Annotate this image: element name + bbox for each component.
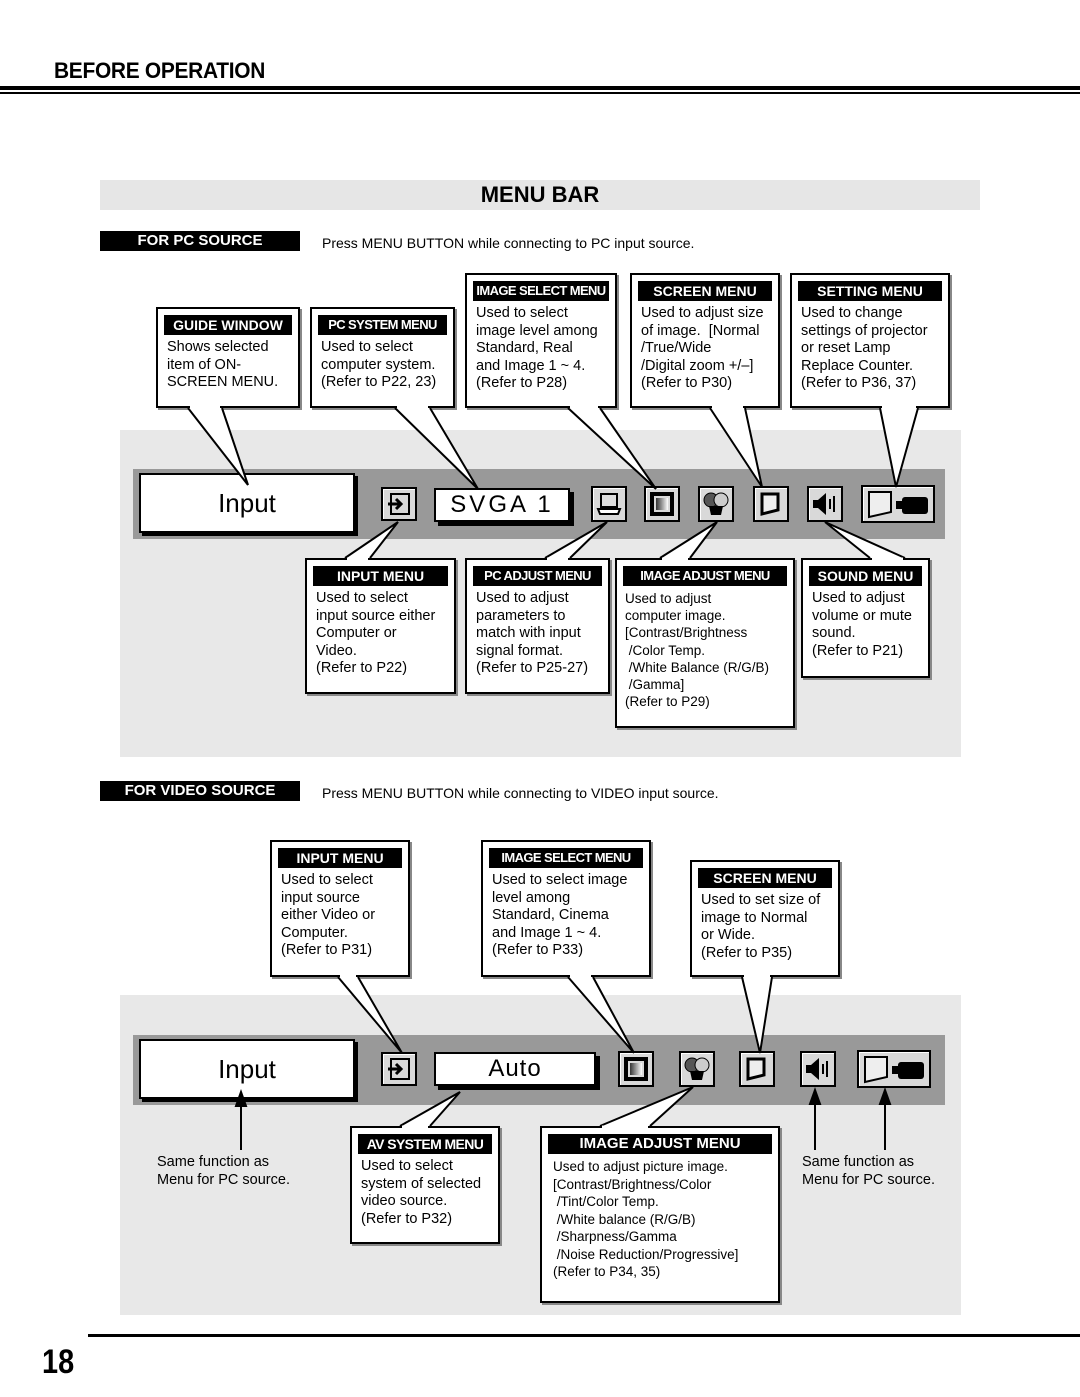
callout-body: Used to select computer system. (Refer t… <box>321 339 437 391</box>
section-title: BEFORE OPERATION <box>54 58 266 83</box>
pc-setting-menu-button[interactable] <box>861 485 935 523</box>
pc-input-menu-button[interactable] <box>381 487 417 521</box>
image-select-icon <box>650 492 674 516</box>
callout-title: SCREEN MENU <box>638 281 772 301</box>
computer-icon <box>596 493 622 515</box>
pc-adjust-menu-button[interactable] <box>591 486 627 522</box>
pc-image-adjust-menu-button[interactable] <box>698 486 734 522</box>
color-adjust-icon <box>684 1057 710 1080</box>
screen-icon <box>746 1057 766 1081</box>
setting-menu-callout: SETTING MENU Used to change settings of … <box>790 273 950 408</box>
callout-body: Used to adjust size of image. [Normal /T… <box>641 305 764 392</box>
video-image-select-menu-button[interactable] <box>618 1051 654 1087</box>
callout-body: Used to adjust computer image. [Contrast… <box>625 591 770 710</box>
video-screen-menu-button[interactable] <box>739 1051 775 1087</box>
pc-system-menu-callout: PC SYSTEM MENU Used to select computer s… <box>310 307 455 408</box>
header-rule <box>0 86 1080 90</box>
callout-body: Used to select image level among Standar… <box>492 872 628 959</box>
video-image-adjust-menu-callout: IMAGE ADJUST MENU Used to adjust picture… <box>540 1126 780 1303</box>
callout-body: Used to select image level among Standar… <box>476 305 598 392</box>
pc-adjust-menu-callout: PC ADJUST MENU Used to adjust parameters… <box>465 558 610 694</box>
callout-body: Used to select system of selected video … <box>361 1158 482 1227</box>
callout-body: Used to adjust volume or mute sound. (Re… <box>812 590 912 659</box>
video-image-select-menu-callout: IMAGE SELECT MENU Used to select image l… <box>481 840 651 977</box>
pc-system-display[interactable]: SVGA 1 <box>434 488 570 522</box>
header-rule-thin <box>0 92 1080 94</box>
speaker-icon <box>806 1058 828 1080</box>
video-screen-menu-callout: SCREEN MENU Used to set size of image to… <box>690 860 840 977</box>
callout-title: INPUT MENU <box>278 848 402 868</box>
menu-bar-title: MENU BAR <box>100 180 980 210</box>
page-number: 18 <box>42 1343 75 1381</box>
input-icon <box>388 1058 410 1080</box>
callout-title: IMAGE ADJUST MENU <box>623 566 787 586</box>
input-icon <box>388 493 410 515</box>
image-select-icon <box>624 1057 648 1081</box>
pc-input-menu-callout: INPUT MENU Used to select input source e… <box>305 558 456 694</box>
pc-guide-window: Input <box>139 473 355 533</box>
video-input-menu-callout: INPUT MENU Used to select input source e… <box>270 840 410 977</box>
pc-image-select-menu-button[interactable] <box>644 486 680 522</box>
pc-image-adjust-menu-callout: IMAGE ADJUST MENU Used to adjust compute… <box>615 558 795 728</box>
callout-title: AV SYSTEM MENU <box>358 1134 492 1154</box>
callout-title: PC SYSTEM MENU <box>318 315 447 335</box>
callout-title: IMAGE SELECT MENU <box>473 281 609 301</box>
callout-body: Used to set size of image to Normal or W… <box>701 892 821 961</box>
callout-title: IMAGE ADJUST MENU <box>548 1134 772 1154</box>
callout-body: Used to adjust parameters to match with … <box>476 590 589 677</box>
projector-setting-icon <box>864 1056 924 1084</box>
callout-body: Used to change settings of projector or … <box>801 305 928 392</box>
guide-window-callout: GUIDE WINDOW Shows selected item of ON- … <box>156 307 300 408</box>
av-system-display[interactable]: Auto <box>434 1052 596 1086</box>
same-function-note-left: Same function as Menu for PC source. <box>157 1154 290 1188</box>
callout-body: Used to select input source either Compu… <box>316 590 436 677</box>
video-sound-menu-button[interactable] <box>800 1051 836 1087</box>
speaker-icon <box>813 493 835 515</box>
callout-title: PC ADJUST MENU <box>473 566 602 586</box>
video-source-description: Press MENU BUTTON while connecting to VI… <box>322 785 719 801</box>
pc-source-description: Press MENU BUTTON while connecting to PC… <box>322 235 695 251</box>
pc-screen-menu-callout: SCREEN MENU Used to adjust size of image… <box>630 273 780 408</box>
video-source-label: FOR VIDEO SOURCE <box>100 781 300 801</box>
video-input-menu-button[interactable] <box>381 1052 417 1086</box>
callout-body: Shows selected item of ON- SCREEN MENU. <box>167 339 279 391</box>
pc-sound-menu-button[interactable] <box>807 486 843 522</box>
screen-icon <box>760 492 780 516</box>
video-guide-window: Input <box>139 1039 355 1099</box>
same-function-note-right: Same function as Menu for PC source. <box>802 1154 935 1188</box>
pc-image-select-menu-callout: IMAGE SELECT MENU Used to select image l… <box>465 273 617 408</box>
av-system-menu-callout: AV SYSTEM MENU Used to select system of … <box>350 1126 500 1244</box>
callout-title: GUIDE WINDOW <box>164 315 292 335</box>
pc-source-label: FOR PC SOURCE <box>100 231 300 251</box>
callout-title: SETTING MENU <box>798 281 942 301</box>
callout-body: Used to select input source either Video… <box>281 872 376 959</box>
video-image-adjust-menu-button[interactable] <box>679 1051 715 1087</box>
callout-title: SCREEN MENU <box>698 868 832 888</box>
callout-title: INPUT MENU <box>313 566 448 586</box>
color-adjust-icon <box>703 492 729 515</box>
callout-body: Used to adjust picture image. [Contrast/… <box>553 1159 739 1279</box>
callout-title: IMAGE SELECT MENU <box>489 848 643 868</box>
callout-title: SOUND MENU <box>809 566 922 586</box>
pc-screen-menu-button[interactable] <box>753 486 789 522</box>
projector-setting-icon <box>868 491 928 519</box>
footer-rule <box>88 1334 1080 1337</box>
sound-menu-callout: SOUND MENU Used to adjust volume or mute… <box>801 558 930 678</box>
video-setting-menu-button[interactable] <box>857 1050 931 1088</box>
